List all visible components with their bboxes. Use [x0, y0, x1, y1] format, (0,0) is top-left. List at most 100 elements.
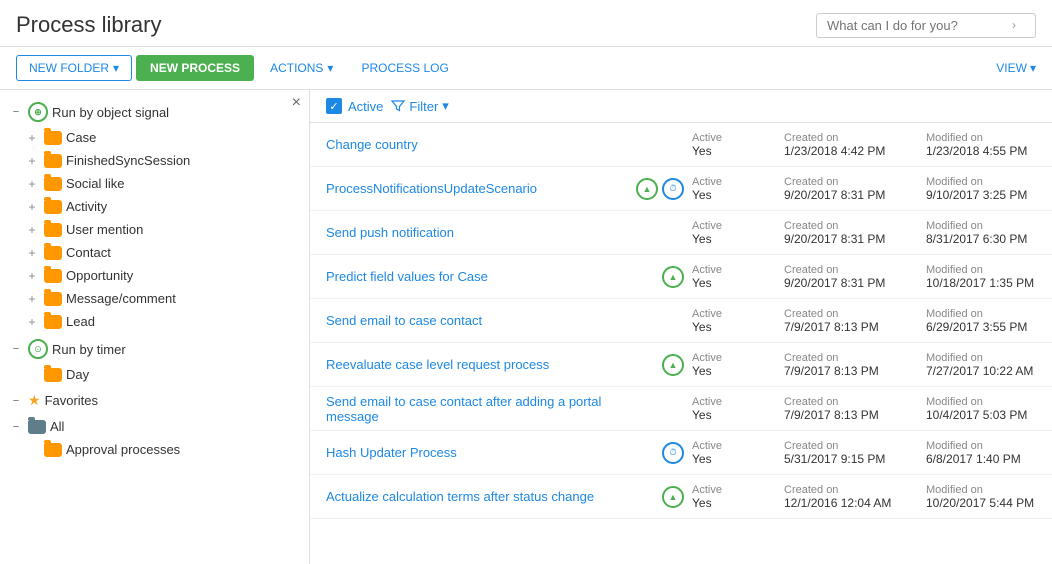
- new-process-button[interactable]: NEW PROCESS: [136, 55, 254, 81]
- modified-label: Modified on: [926, 264, 1036, 276]
- modified-label: Modified on: [926, 308, 1036, 320]
- tree-label-lead: Lead: [66, 314, 95, 329]
- tree-label-opportunity: Opportunity: [66, 268, 133, 283]
- search-input[interactable]: [827, 18, 1012, 33]
- tree-item-case[interactable]: + Case: [0, 126, 309, 149]
- process-name-link[interactable]: Reevaluate case level request process: [326, 357, 632, 372]
- triangle-icon: ▲: [662, 266, 684, 288]
- tree-item-usermention[interactable]: + User mention: [0, 218, 309, 241]
- process-name-link[interactable]: Predict field values for Case: [326, 269, 632, 284]
- active-label: Active: [692, 132, 752, 144]
- actions-button[interactable]: ACTIONS ▾: [258, 56, 345, 80]
- tree-item-messagecomment[interactable]: + Message/comment: [0, 287, 309, 310]
- folder-icon: [44, 368, 62, 382]
- active-label: Active: [692, 308, 752, 320]
- sidebar-close-button[interactable]: ×: [292, 94, 301, 112]
- active-filter-label: Active: [348, 99, 383, 114]
- tree-plus-icon: +: [24, 292, 40, 306]
- process-icons: ⏱: [632, 442, 692, 464]
- tree-item-contact[interactable]: + Contact: [0, 241, 309, 264]
- created-label: Created on: [784, 264, 894, 276]
- created-value: 1/23/2018 4:42 PM: [784, 144, 894, 158]
- tree-plus-icon: +: [24, 177, 40, 191]
- process-meta: ActiveYesCreated on9/20/2017 8:31 PMModi…: [692, 176, 1036, 202]
- process-name-link[interactable]: Change country: [326, 137, 632, 152]
- all-folder-icon: [28, 420, 46, 434]
- tree-label-favorites: Favorites: [45, 393, 98, 408]
- process-active-block: ActiveYes: [692, 220, 752, 246]
- process-icons: ▲: [632, 354, 692, 376]
- folder-icon: [44, 200, 62, 214]
- process-modified-block: Modified on7/27/2017 10:22 AM: [926, 352, 1036, 378]
- tree-group-signal-header[interactable]: − ⊕ Run by object signal: [0, 98, 309, 126]
- tree-item-day[interactable]: Day: [0, 363, 309, 386]
- process-meta: ActiveYesCreated on12/1/2016 12:04 AMMod…: [692, 484, 1036, 510]
- created-label: Created on: [784, 220, 894, 232]
- tree-group-favorites-header[interactable]: − ★ Favorites: [0, 388, 309, 413]
- tree-label-all: All: [50, 419, 64, 434]
- folder-icon: [44, 177, 62, 191]
- process-meta: ActiveYesCreated on1/23/2018 4:42 PMModi…: [692, 132, 1036, 158]
- tree-label-activity: Activity: [66, 199, 107, 214]
- tree-group-favorites: − ★ Favorites: [0, 388, 309, 413]
- tree-plus-icon: +: [24, 246, 40, 260]
- table-row: Predict field values for Case▲ActiveYesC…: [310, 255, 1052, 299]
- created-value: 7/9/2017 8:13 PM: [784, 408, 894, 422]
- active-value: Yes: [692, 408, 752, 422]
- created-label: Created on: [784, 308, 894, 320]
- process-name-link[interactable]: Actualize calculation terms after status…: [326, 489, 632, 504]
- tree-label-timer: Run by timer: [52, 342, 126, 357]
- checkbox-checked-icon: ✓: [326, 98, 342, 114]
- table-row: Actualize calculation terms after status…: [310, 475, 1052, 519]
- process-created-block: Created on12/1/2016 12:04 AM: [784, 484, 894, 510]
- tree-label-approvalprocesses: Approval processes: [66, 442, 180, 457]
- process-active-block: ActiveYes: [692, 176, 752, 202]
- process-name-link[interactable]: Hash Updater Process: [326, 445, 632, 460]
- view-button[interactable]: VIEW ▾: [996, 61, 1036, 75]
- tree-collapse-favorites-icon: −: [8, 395, 24, 407]
- tree-item-sociallike[interactable]: + Social like: [0, 172, 309, 195]
- created-label: Created on: [784, 352, 894, 364]
- process-name-link[interactable]: Send email to case contact after adding …: [326, 394, 632, 424]
- tree-item-activity[interactable]: + Activity: [0, 195, 309, 218]
- process-created-block: Created on7/9/2017 8:13 PM: [784, 308, 894, 334]
- folder-icon: [44, 154, 62, 168]
- created-label: Created on: [784, 440, 894, 452]
- process-modified-block: Modified on10/4/2017 5:03 PM: [926, 396, 1036, 422]
- process-meta: ActiveYesCreated on5/31/2017 9:15 PMModi…: [692, 440, 1036, 466]
- process-log-button[interactable]: PROCESS LOG: [349, 56, 460, 80]
- triangle-icon: ▲: [662, 486, 684, 508]
- process-active-block: ActiveYes: [692, 396, 752, 422]
- tree-item-approvalprocesses[interactable]: Approval processes: [0, 438, 309, 461]
- process-name-link[interactable]: ProcessNotificationsUpdateScenario: [326, 181, 632, 196]
- folder-icon: [44, 223, 62, 237]
- tree-group-all-header[interactable]: − All: [0, 415, 309, 438]
- content-area: ✓ Active Filter ▾ Change countryActiveYe…: [310, 90, 1052, 564]
- tree-collapse-all-icon: −: [8, 421, 24, 433]
- table-row: Send push notification ActiveYes Created o…: [310, 211, 1052, 255]
- modified-value: 9/10/2017 3:25 PM: [926, 188, 1036, 202]
- modified-value: 8/31/2017 6:30 PM: [926, 232, 1036, 246]
- sidebar: × − ⊕ Run by object signal + Case +: [0, 90, 310, 564]
- filter-button[interactable]: Filter ▾: [391, 98, 448, 114]
- new-folder-button[interactable]: NEW FOLDER ▾: [16, 55, 132, 81]
- tree-group-timer-header[interactable]: − ⊙ Run by timer: [0, 335, 309, 363]
- tree-children-all: Approval processes: [0, 438, 309, 461]
- process-name-link[interactable]: Send email to case contact: [326, 313, 632, 328]
- tree-group-signal: − ⊕ Run by object signal + Case + Finish…: [0, 98, 309, 333]
- signal-icon: ⊕: [28, 102, 48, 122]
- created-label: Created on: [784, 396, 894, 408]
- tree-item-opportunity[interactable]: + Opportunity: [0, 264, 309, 287]
- folder-icon: [44, 315, 62, 329]
- tree-plus-icon: +: [24, 223, 40, 237]
- tree-item-lead[interactable]: + Lead: [0, 310, 309, 333]
- tree-children-signal: + Case + FinishedSyncSession + Social li…: [0, 126, 309, 333]
- filter-bar: ✓ Active Filter ▾: [310, 90, 1052, 123]
- tree-item-finishedsyncsession[interactable]: + FinishedSyncSession: [0, 149, 309, 172]
- process-name-link[interactable]: Send push notification: [326, 225, 632, 240]
- created-label: Created on: [784, 132, 894, 144]
- dropdown-arrow-icon: ▾: [113, 61, 119, 75]
- active-filter-checkbox[interactable]: ✓ Active: [326, 98, 383, 114]
- clock-icon: ⏱: [662, 442, 684, 464]
- active-value: Yes: [692, 496, 752, 510]
